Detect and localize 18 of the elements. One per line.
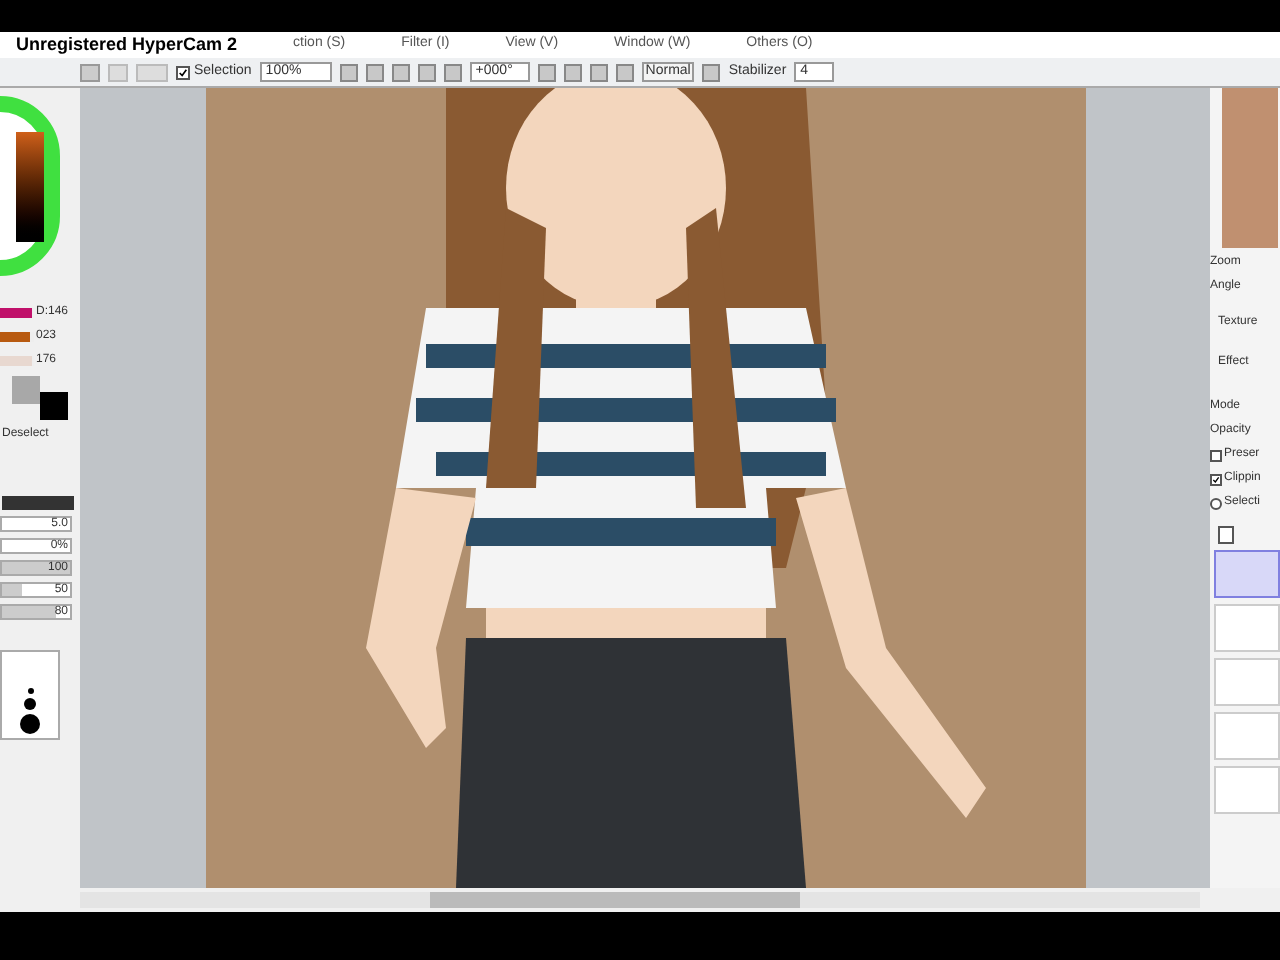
brush-size-list[interactable] [0, 650, 60, 740]
check-icon [1212, 475, 1220, 483]
layer-item[interactable] [1214, 604, 1280, 652]
layer-item[interactable] [1214, 766, 1280, 814]
color-swatch-icon[interactable] [12, 376, 68, 420]
horizontal-scrollbar[interactable] [80, 892, 1200, 908]
undo-icon[interactable] [80, 63, 100, 81]
redo-icon[interactable] [108, 63, 128, 81]
recorder-title: Unregistered HyperCam 2 [16, 31, 238, 58]
deselect-icon[interactable] [136, 63, 168, 81]
layer-item[interactable] [1214, 712, 1280, 760]
layer-item[interactable] [1214, 658, 1280, 706]
color-slider[interactable] [0, 332, 34, 342]
color-slider[interactable] [0, 308, 34, 318]
new-layer-icon[interactable] [1218, 526, 1234, 544]
color-slider[interactable] [0, 356, 34, 366]
invert-icon[interactable] [702, 63, 721, 81]
check-icon [178, 67, 188, 77]
